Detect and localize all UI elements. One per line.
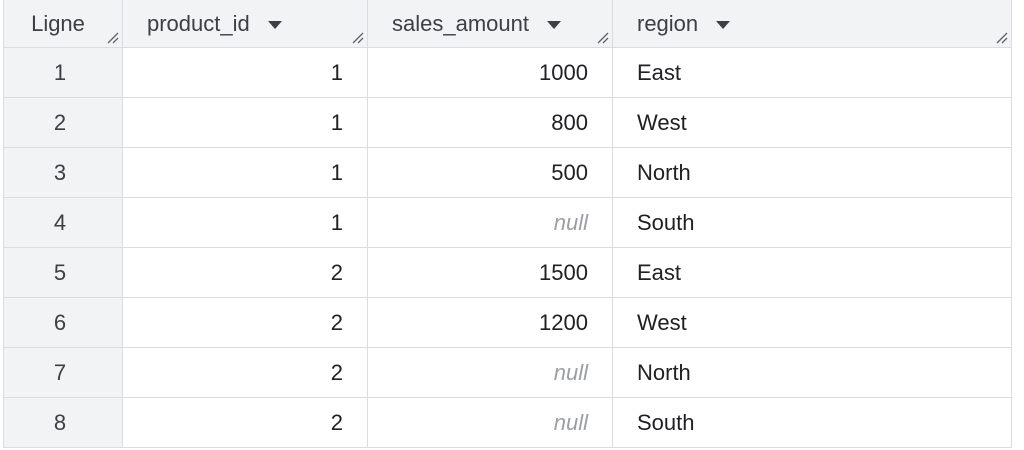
sales-amount-cell[interactable]: 1200 [368, 298, 613, 347]
product-id-cell[interactable]: 2 [123, 398, 368, 447]
column-resize-handle-icon[interactable] [107, 32, 119, 44]
column-resize-handle-icon[interactable] [597, 32, 609, 44]
column-header-label: sales_amount [392, 10, 529, 36]
region-cell[interactable]: East [613, 248, 1011, 297]
column-header-region[interactable]: region [613, 0, 1011, 47]
sales-amount-cell[interactable]: 500 [368, 148, 613, 197]
column-header-label: region [637, 10, 699, 36]
column-header-product-id[interactable]: product_id [123, 0, 368, 47]
sales-amount-cell[interactable]: 800 [368, 98, 613, 147]
column-header-label: Ligne [31, 10, 85, 36]
sort-caret-icon[interactable] [716, 20, 731, 29]
table-row: 6 2 1200 West [4, 298, 1011, 348]
sales-amount-cell[interactable]: 1000 [368, 48, 613, 97]
sales-amount-cell[interactable]: null [368, 198, 613, 247]
region-cell[interactable]: North [613, 148, 1011, 197]
row-number-cell: 5 [4, 248, 123, 297]
table-row: 5 2 1500 East [4, 248, 1011, 298]
table-row: 3 1 500 North [4, 148, 1011, 198]
row-number-cell: 2 [4, 98, 123, 147]
column-resize-handle-icon[interactable] [996, 32, 1008, 44]
row-number-cell: 3 [4, 148, 123, 197]
results-table: Ligne product_id sales_amount region 1 1… [3, 0, 1012, 448]
product-id-cell[interactable]: 1 [123, 48, 368, 97]
table-header-row: Ligne product_id sales_amount region [4, 0, 1011, 48]
column-resize-handle-icon[interactable] [352, 32, 364, 44]
product-id-cell[interactable]: 1 [123, 148, 368, 197]
column-header-label: product_id [147, 10, 250, 36]
product-id-cell[interactable]: 2 [123, 298, 368, 347]
table-row: 4 1 null South [4, 198, 1011, 248]
region-cell[interactable]: South [613, 198, 1011, 247]
product-id-cell[interactable]: 2 [123, 348, 368, 397]
region-cell[interactable]: West [613, 98, 1011, 147]
column-header-line[interactable]: Ligne [4, 0, 123, 47]
column-header-sales-amount[interactable]: sales_amount [368, 0, 613, 47]
sales-amount-cell[interactable]: 1500 [368, 248, 613, 297]
row-number-cell: 8 [4, 398, 123, 447]
region-cell[interactable]: East [613, 48, 1011, 97]
region-cell[interactable]: South [613, 398, 1011, 447]
table-row: 7 2 null North [4, 348, 1011, 398]
product-id-cell[interactable]: 2 [123, 248, 368, 297]
sort-caret-icon[interactable] [267, 20, 282, 29]
region-cell[interactable]: West [613, 298, 1011, 347]
product-id-cell[interactable]: 1 [123, 98, 368, 147]
sales-amount-cell[interactable]: null [368, 398, 613, 447]
sales-amount-cell[interactable]: null [368, 348, 613, 397]
row-number-cell: 4 [4, 198, 123, 247]
row-number-cell: 7 [4, 348, 123, 397]
product-id-cell[interactable]: 1 [123, 198, 368, 247]
table-row: 8 2 null South [4, 398, 1011, 448]
row-number-cell: 6 [4, 298, 123, 347]
row-number-cell: 1 [4, 48, 123, 97]
table-row: 1 1 1000 East [4, 48, 1011, 98]
sort-caret-icon[interactable] [546, 20, 561, 29]
table-row: 2 1 800 West [4, 98, 1011, 148]
region-cell[interactable]: North [613, 348, 1011, 397]
